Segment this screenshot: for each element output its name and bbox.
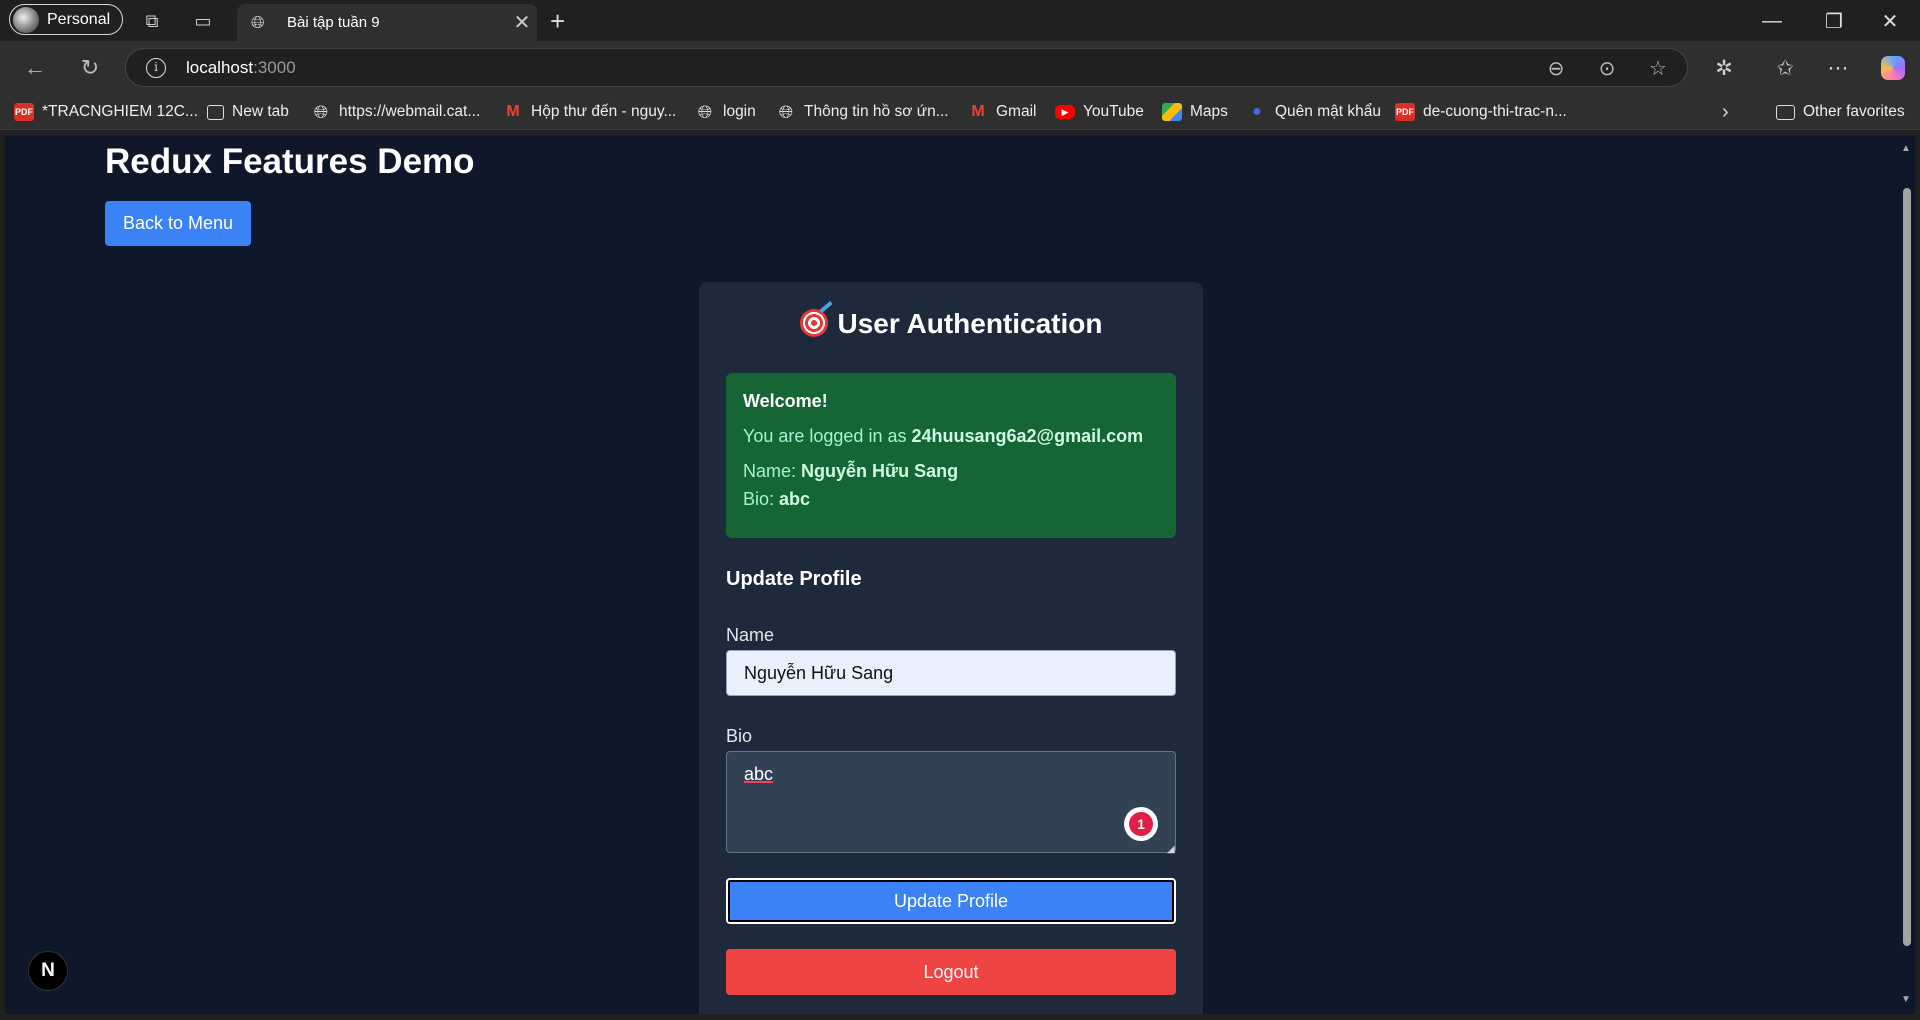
grammar-count: 1	[1129, 812, 1153, 836]
bio-label: Bio	[726, 726, 753, 746]
bookmark-item[interactable]: ● Quên mật khẩu	[1247, 100, 1381, 124]
vertical-tabs-icon[interactable]: ▭	[190, 8, 216, 34]
welcome-box: Welcome! You are logged in as 24huusang6…	[726, 373, 1176, 538]
zoom-out-icon[interactable]: ⊖	[1543, 56, 1569, 81]
bookmark-item[interactable]: PDF de-cuong-thi-trac-n...	[1395, 100, 1567, 124]
update-profile-button[interactable]: Update Profile	[726, 878, 1176, 924]
favorites-icon[interactable]: ✩	[1770, 53, 1800, 83]
key-icon: ●	[1252, 103, 1262, 120]
bookmark-item[interactable]: PDF *TRACNGHIEM 12C...	[14, 100, 198, 124]
back-arrow-icon[interactable]: ←	[20, 53, 50, 83]
bookmark-item[interactable]: Maps	[1162, 100, 1228, 124]
address-bar[interactable]: i localhost:3000 ⊖ ⊙ ☆	[125, 48, 1688, 87]
bookmark-item[interactable]: New tab	[207, 100, 289, 124]
globe-icon: 🌐︎	[697, 101, 713, 122]
browser-tab-bar: Personal ⧉ ▭ 🌐︎ Bài tập tuần 9 ✕ + — ❐ ✕	[0, 0, 1920, 41]
scroll-up-icon[interactable]: ▲	[1901, 143, 1911, 154]
page-viewport: Redux Features Demo Back to Menu User Au…	[5, 136, 1898, 1014]
globe-icon: 🌐︎	[313, 101, 329, 122]
user-name: Nguyễn Hữu Sang	[801, 461, 959, 481]
close-tab-icon[interactable]: ✕	[507, 10, 537, 35]
browser-toolbar: ← ↻ i localhost:3000 ⊖ ⊙ ☆ ✲ ✩ ⋯	[0, 41, 1920, 94]
bookmark-item[interactable]: 🌐︎ login	[695, 100, 756, 124]
logout-button[interactable]: Logout	[726, 949, 1176, 995]
maps-icon	[1162, 103, 1182, 121]
url-text: localhost:3000	[186, 58, 296, 77]
logged-in-line: You are logged in as 24huusang6a2@gmail.…	[743, 426, 1144, 446]
site-info-icon[interactable]: i	[146, 58, 166, 78]
youtube-icon: ▶	[1055, 105, 1075, 119]
pdf-icon: PDF	[14, 103, 34, 121]
other-favorites[interactable]: Other favorites	[1776, 100, 1905, 124]
reading-mode-icon[interactable]: ⊙	[1594, 56, 1620, 81]
resize-handle-icon[interactable]: ◢	[1167, 844, 1175, 855]
user-bio: abc	[779, 489, 811, 509]
bio-textarea[interactable]	[726, 751, 1176, 853]
more-options-icon[interactable]: ⋯	[1823, 53, 1853, 83]
bookmark-item[interactable]: M Gmail	[968, 100, 1036, 124]
card-title: User Authentication	[699, 308, 1203, 340]
active-tab[interactable]: 🌐︎ Bài tập tuần 9 ✕	[237, 4, 537, 41]
update-profile-heading: Update Profile	[726, 568, 862, 590]
chevron-right-icon[interactable]: ›	[1722, 100, 1729, 124]
extensions-icon[interactable]: ✲	[1709, 53, 1739, 83]
auth-card: User Authentication Welcome! You are log…	[699, 282, 1203, 1014]
user-email: 24huusang6a2@gmail.com	[911, 426, 1144, 446]
vertical-scrollbar[interactable]: ▲ ▼	[1898, 136, 1915, 1014]
grammar-checker-badge[interactable]: 1	[1124, 807, 1158, 841]
tab-title: Bài tập tuần 9	[287, 14, 380, 31]
bookmarks-bar: PDF *TRACNGHIEM 12C... New tab 🌐︎ https://…	[0, 94, 1920, 130]
close-window-icon[interactable]: ✕	[1867, 6, 1913, 36]
name-input[interactable]	[726, 650, 1176, 696]
copilot-icon[interactable]	[1881, 56, 1905, 80]
bookmark-item[interactable]: 🌐︎ Thông tin hồ sơ ứn...	[776, 100, 949, 124]
bio-textarea-value: abc	[744, 764, 774, 784]
bio-line: Bio: abc	[743, 489, 811, 509]
avatar	[13, 6, 39, 33]
bookmark-item[interactable]: M Hộp thư đến - nguy...	[503, 100, 676, 124]
welcome-heading: Welcome!	[743, 391, 828, 411]
name-line: Name: Nguyễn Hữu Sang	[743, 461, 959, 481]
nextjs-dev-indicator-icon[interactable]: N	[28, 951, 68, 991]
gmail-icon: M	[506, 103, 520, 120]
profile-button[interactable]: Personal	[9, 4, 124, 35]
bookmark-item[interactable]: 🌐︎ https://webmail.cat...	[311, 100, 480, 124]
page-title: Redux Features Demo	[105, 142, 475, 181]
new-tab-icon[interactable]: +	[550, 6, 565, 37]
restore-icon[interactable]: ❐	[1811, 6, 1857, 36]
new-tab-icon	[207, 104, 224, 120]
scrollbar-thumb[interactable]	[1903, 188, 1911, 946]
back-to-menu-button[interactable]: Back to Menu	[105, 201, 251, 246]
pdf-icon: PDF	[1395, 103, 1415, 121]
favorite-star-icon[interactable]: ☆	[1645, 56, 1671, 81]
globe-icon: 🌐︎	[778, 101, 794, 122]
reload-icon[interactable]: ↻	[75, 53, 105, 83]
name-label: Name	[726, 625, 775, 645]
bookmark-item[interactable]: ▶ YouTube	[1055, 100, 1144, 124]
workspaces-icon[interactable]: ⧉	[139, 8, 165, 34]
globe-icon: 🌐︎	[251, 12, 265, 32]
minimize-icon[interactable]: —	[1749, 6, 1795, 36]
target-icon	[799, 309, 828, 337]
gmail-icon: M	[971, 103, 985, 120]
profile-label: Personal	[47, 10, 111, 28]
folder-icon	[1776, 104, 1795, 120]
scroll-down-icon[interactable]: ▼	[1901, 994, 1911, 1005]
